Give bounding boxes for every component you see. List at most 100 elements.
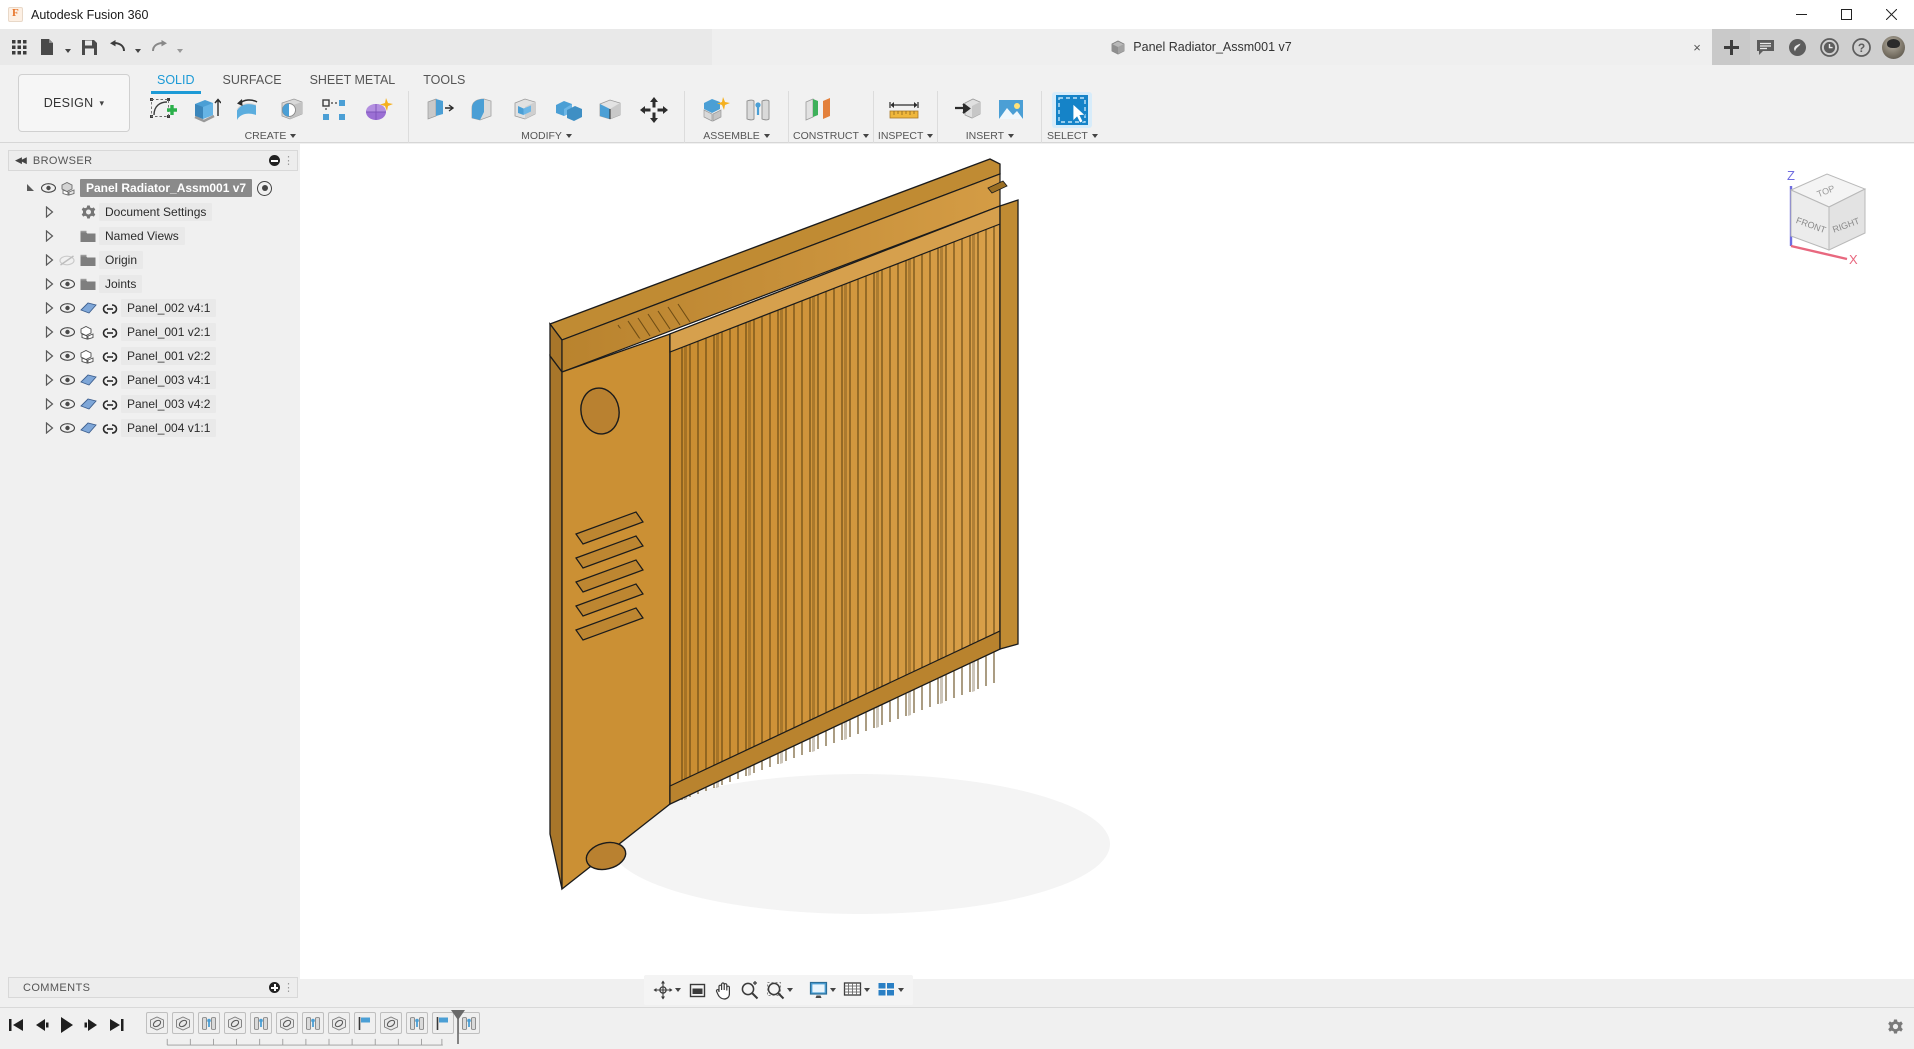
expand-arrow-icon[interactable] xyxy=(41,326,57,338)
visibility-eye-icon[interactable] xyxy=(38,183,58,193)
new-document-tab-button[interactable] xyxy=(1712,29,1750,65)
panel-create-caret[interactable] xyxy=(290,134,297,138)
tree-node-named-views[interactable]: Named Views xyxy=(8,224,298,248)
press-pull-tool[interactable] xyxy=(419,92,459,128)
timeline-feature-joint-1[interactable] xyxy=(198,1012,220,1034)
split-face-tool[interactable] xyxy=(591,92,631,128)
pan-hand-button[interactable] xyxy=(711,977,736,1003)
panel-insert-caret[interactable] xyxy=(1008,134,1015,138)
hole-tool[interactable] xyxy=(272,92,312,128)
timeline-step-back-button[interactable] xyxy=(33,1016,49,1034)
document-tab[interactable]: Panel Radiator_Assm001 v7 xyxy=(712,29,1690,65)
grid-snaps-caret[interactable] xyxy=(864,988,870,992)
expand-arrow-icon[interactable] xyxy=(41,374,57,386)
selected-node-indicator[interactable] xyxy=(257,180,273,196)
tree-node-panel-001-v2-1[interactable]: Panel_001 v2:1 xyxy=(8,320,298,344)
expand-arrow-icon[interactable] xyxy=(41,398,57,410)
visibility-eye-icon[interactable] xyxy=(57,423,77,433)
timeline-go-start-button[interactable] xyxy=(8,1016,24,1034)
move-copy-tool[interactable] xyxy=(634,92,674,128)
comments-panel-header[interactable]: COMMENTS ⋮ xyxy=(8,977,298,998)
timeline-feature-revolve-2[interactable] xyxy=(172,1012,194,1034)
undo-caret[interactable] xyxy=(132,34,144,60)
shell-tool[interactable] xyxy=(505,92,545,128)
expand-arrow-icon[interactable] xyxy=(41,206,57,218)
circle-plus-icon[interactable] xyxy=(269,982,280,993)
zoom-window-button[interactable] xyxy=(763,977,796,1003)
timeline-feature-joint-2[interactable] xyxy=(250,1012,272,1034)
extensions-button[interactable] xyxy=(1782,32,1812,62)
tree-node-panel-003-v4-1[interactable]: Panel_003 v4:1 xyxy=(8,368,298,392)
tab-surface[interactable]: SURFACE xyxy=(209,69,296,91)
timeline-feature-revolve-6[interactable] xyxy=(380,1012,402,1034)
visibility-eye-icon[interactable] xyxy=(57,327,77,337)
new-component-tool[interactable] xyxy=(695,92,735,128)
timeline-end-marker[interactable] xyxy=(449,1009,467,1049)
comments-resize-grip[interactable]: ⋮ xyxy=(283,981,294,994)
comments-panel-button[interactable] xyxy=(1750,32,1780,62)
tree-node-origin[interactable]: Origin xyxy=(8,248,298,272)
revolve-tool[interactable] xyxy=(229,92,269,128)
collapse-left-icon[interactable]: ◀◀ xyxy=(15,155,27,166)
orbit-caret[interactable] xyxy=(675,988,681,992)
circle-minus-icon[interactable] xyxy=(269,155,280,166)
timeline-feature-revolve-4[interactable] xyxy=(276,1012,298,1034)
undo-button[interactable] xyxy=(104,34,130,60)
select-tool[interactable] xyxy=(1052,92,1093,128)
user-avatar[interactable] xyxy=(1882,35,1905,59)
minimize-button[interactable] xyxy=(1779,0,1824,29)
visibility-eye-off-icon[interactable] xyxy=(57,254,77,266)
timeline-feature-flag-1[interactable] xyxy=(354,1012,376,1034)
timeline-settings-button[interactable] xyxy=(1887,1019,1904,1041)
new-file-button[interactable] xyxy=(34,34,60,60)
redo-caret[interactable] xyxy=(174,34,186,60)
close-document-tab-button[interactable]: × xyxy=(1682,29,1712,65)
zoom-window-caret[interactable] xyxy=(787,988,793,992)
grid-snaps-button[interactable] xyxy=(840,977,873,1003)
timeline-go-end-button[interactable] xyxy=(108,1016,124,1034)
tab-solid[interactable]: SOLID xyxy=(143,69,209,94)
panel-inspect-caret[interactable] xyxy=(927,134,934,138)
tree-node-panel-002-v4-1[interactable]: Panel_002 v4:1 xyxy=(8,296,298,320)
close-button[interactable] xyxy=(1869,0,1914,29)
browser-resize-grip[interactable]: ⋮ xyxy=(283,154,294,167)
viewports-button[interactable] xyxy=(874,977,907,1003)
offset-plane-tool[interactable] xyxy=(799,92,839,128)
visibility-eye-icon[interactable] xyxy=(57,279,77,289)
help-button[interactable]: ? xyxy=(1846,32,1876,62)
create-form-tool[interactable] xyxy=(358,92,398,128)
tree-node-panel-001-v2-2[interactable]: Panel_001 v2:2 xyxy=(8,344,298,368)
tab-sheet-metal[interactable]: SHEET METAL xyxy=(296,69,410,91)
workspace-switcher[interactable]: DESIGN ▾ xyxy=(18,74,130,132)
viewports-caret[interactable] xyxy=(898,988,904,992)
tree-node-joints[interactable]: Joints xyxy=(8,272,298,296)
new-file-caret[interactable] xyxy=(62,34,74,60)
expand-arrow-icon[interactable] xyxy=(41,230,57,242)
tree-node-panel-003-v4-2[interactable]: Panel_003 v4:2 xyxy=(8,392,298,416)
view-cube[interactable]: Z X TOP FRONT RIGHT xyxy=(1769,158,1879,268)
expand-arrow-icon[interactable] xyxy=(41,422,57,434)
panel-assemble-caret[interactable] xyxy=(763,134,770,138)
measure-tool[interactable] xyxy=(884,92,924,128)
view-fit-button[interactable] xyxy=(685,977,710,1003)
zoom-button[interactable] xyxy=(737,977,762,1003)
tab-tools[interactable]: TOOLS xyxy=(409,69,479,91)
display-settings-caret[interactable] xyxy=(830,988,836,992)
extrude-tool[interactable] xyxy=(186,92,226,128)
timeline-play-button[interactable] xyxy=(58,1016,74,1034)
decal-tool[interactable] xyxy=(991,92,1031,128)
expand-arrow-icon[interactable] xyxy=(41,302,57,314)
maximize-button[interactable] xyxy=(1824,0,1869,29)
fillet-tool[interactable] xyxy=(462,92,502,128)
orbit-button[interactable] xyxy=(650,977,684,1003)
tree-node-document-settings[interactable]: Document Settings xyxy=(8,200,298,224)
expand-arrow-icon[interactable] xyxy=(41,278,57,290)
timeline-feature-revolve-5[interactable] xyxy=(328,1012,350,1034)
panel-radiator-3d-model[interactable] xyxy=(300,144,1914,979)
redo-button[interactable] xyxy=(146,34,172,60)
joint-tool[interactable] xyxy=(738,92,778,128)
timeline-step-forward-button[interactable] xyxy=(83,1016,99,1034)
visibility-eye-icon[interactable] xyxy=(57,351,77,361)
timeline-feature-joint-4[interactable] xyxy=(406,1012,428,1034)
tree-node-panel-004-v1-1[interactable]: Panel_004 v1:1 xyxy=(8,416,298,440)
